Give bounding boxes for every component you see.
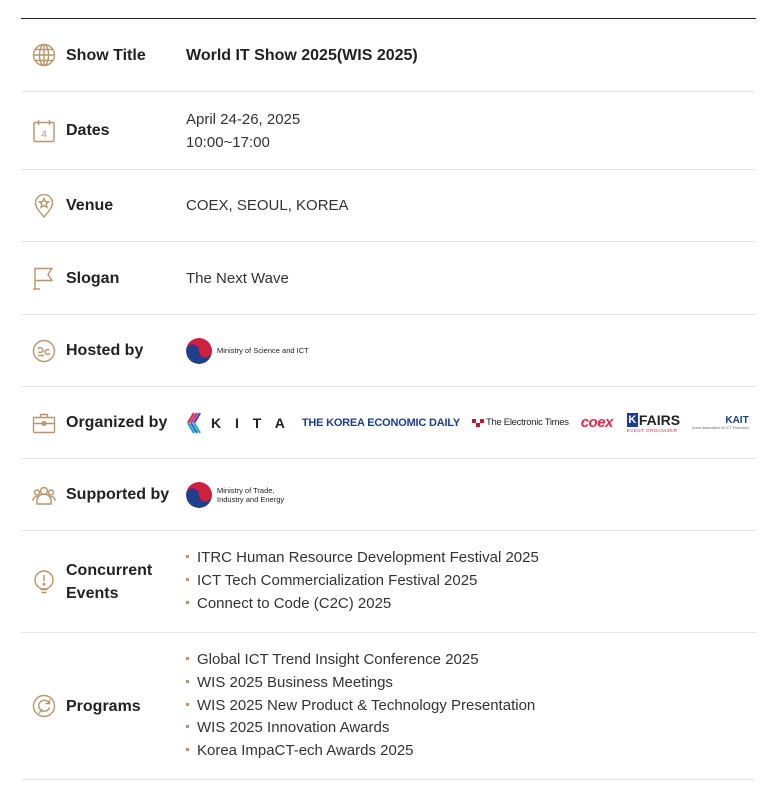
row-dates: 4 Dates April 24-26, 2025 10:00~17:00 (21, 92, 756, 170)
msit-logo-text: Ministry of Science and ICT (217, 346, 309, 355)
refresh-cycle-icon (32, 694, 56, 718)
venue-value: COEX, SEOUL, KOREA (186, 197, 349, 214)
list-item: Korea ImpaCT-ech Awards 2025 (186, 740, 535, 763)
organizer-logos: K I T A THE KOREA ECONOMIC DAILY The Ele… (186, 411, 749, 434)
list-item: Global ICT Trend Insight Conference 2025 (186, 649, 535, 672)
row-venue: Venue COEX, SEOUL, KOREA (21, 170, 756, 242)
motie-logo-line2: Industry and Energy (217, 494, 285, 504)
kfairs-k-mark: K (626, 413, 638, 427)
kait-logo: KAIT Korea Association for ICT Promotion (692, 415, 749, 430)
electronic-times-text: The Electronic Times (486, 417, 569, 428)
concurrent-events-list: ITRC Human Resource Development Festival… (186, 547, 539, 615)
flag-icon (32, 266, 56, 290)
row-label: Dates (66, 122, 110, 139)
show-title-value: World IT Show 2025(WIS 2025) (186, 46, 418, 64)
kfairs-text: FAIRS (638, 412, 681, 428)
info-table: Show Title World IT Show 2025(WIS 2025) … (21, 18, 756, 780)
row-organized-by: Organized by K I T A THE KOREA ECONOMIC … (21, 387, 756, 459)
calendar-icon: 4 (32, 119, 56, 143)
list-item: WIS 2025 Innovation Awards (186, 717, 535, 740)
row-supported-by: Supported by Ministry of Trade, Industry… (21, 459, 756, 531)
date-line: April 24-26, 2025 (186, 110, 301, 128)
slogan-value: The Next Wave (186, 269, 289, 287)
calendar-digit: 4 (41, 129, 47, 140)
row-label: Hosted by (66, 342, 144, 359)
motie-logo-line1: Ministry of Trade, (217, 485, 275, 495)
row-label: Supported by (66, 486, 170, 503)
row-hosted-by: Hosted by Ministry of Science and ICT (21, 315, 756, 387)
korea-economic-daily-logo: THE KOREA ECONOMIC DAILY (301, 416, 460, 429)
list-item: ITRC Human Resource Development Festival… (186, 547, 539, 570)
globe-icon (32, 43, 56, 67)
kait-subtext: Korea Association for ICT Promotion (692, 426, 749, 430)
coex-logo: coex (580, 414, 614, 431)
row-label: Venue (66, 197, 114, 214)
handshake-icon (32, 339, 56, 363)
row-label: Programs (66, 697, 141, 715)
kait-text: KAIT (725, 415, 749, 426)
row-label: Organized by (66, 414, 168, 431)
msit-logo: Ministry of Science and ICT (186, 337, 309, 364)
kita-text: K I T A (211, 414, 290, 431)
kfairs-logo: K FAIRS EVENT ORGANIZER (626, 412, 681, 433)
list-item: Connect to Code (C2C) 2025 (186, 593, 539, 616)
list-item: ICT Tech Commercialization Festival 2025 (186, 570, 539, 593)
electronic-times-logo: The Electronic Times (472, 417, 569, 429)
kfairs-subtext: EVENT ORGANIZER (626, 428, 678, 433)
electronic-times-mark-icon (472, 417, 484, 429)
lightbulb-icon (32, 569, 56, 594)
row-label: Show Title (66, 46, 146, 64)
taegeuk-emblem (186, 337, 212, 364)
dates-value: April 24-26, 2025 10:00~17:00 (186, 108, 300, 154)
location-pin-icon (32, 193, 56, 218)
list-item: WIS 2025 New Product & Technology Presen… (186, 695, 535, 718)
taegeuk-emblem (186, 481, 212, 508)
list-item: WIS 2025 Business Meetings (186, 672, 535, 695)
row-concurrent-events: Concurrent Events ITRC Human Resource De… (21, 531, 756, 633)
time-line: 10:00~17:00 (186, 133, 270, 151)
row-show-title: Show Title World IT Show 2025(WIS 2025) (21, 19, 756, 92)
people-group-icon (32, 483, 56, 507)
row-label: Slogan (66, 269, 120, 287)
kita-mark-icon (187, 411, 201, 434)
row-slogan: Slogan The Next Wave (21, 242, 756, 315)
motie-logo: Ministry of Trade, Industry and Energy (186, 481, 285, 508)
programs-list: Global ICT Trend Insight Conference 2025… (186, 649, 535, 763)
briefcase-icon (32, 411, 56, 435)
row-programs: Programs Global ICT Trend Insight Confer… (21, 633, 756, 780)
row-label: Concurrent Events (66, 561, 153, 602)
kita-logo: K I T A (186, 411, 290, 434)
